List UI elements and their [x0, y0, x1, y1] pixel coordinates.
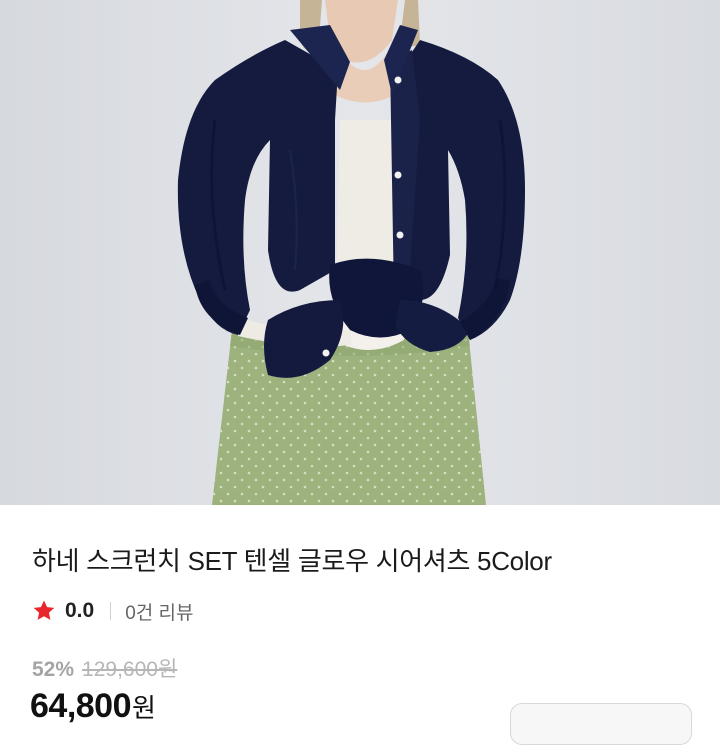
review-count[interactable]: 0건 리뷰	[125, 598, 193, 625]
product-photo-illustration	[0, 0, 720, 505]
discount-row: 52% 129,600원	[32, 653, 177, 683]
sale-price: 64,800	[30, 687, 132, 725]
original-price: 129,600원	[82, 658, 178, 681]
star-icon	[32, 599, 56, 623]
sale-price-row: 64,800 원	[30, 687, 156, 726]
rating-divider	[110, 602, 112, 620]
sale-price-unit: 원	[132, 693, 156, 723]
discount-rate: 52%	[32, 658, 75, 681]
rating-row[interactable]: 0.0 0건 리뷰	[32, 598, 194, 624]
rating-value: 0.0	[65, 599, 95, 622]
product-image[interactable]	[0, 0, 720, 505]
product-info-panel: 하네 스크런치 SET 텐셀 글로우 시어셔츠 5Color 0.0 0건 리뷰…	[0, 505, 720, 745]
product-title[interactable]: 하네 스크런치 SET 텐셀 글로우 시어셔츠 5Color	[32, 541, 552, 578]
action-button[interactable]	[510, 703, 692, 745]
